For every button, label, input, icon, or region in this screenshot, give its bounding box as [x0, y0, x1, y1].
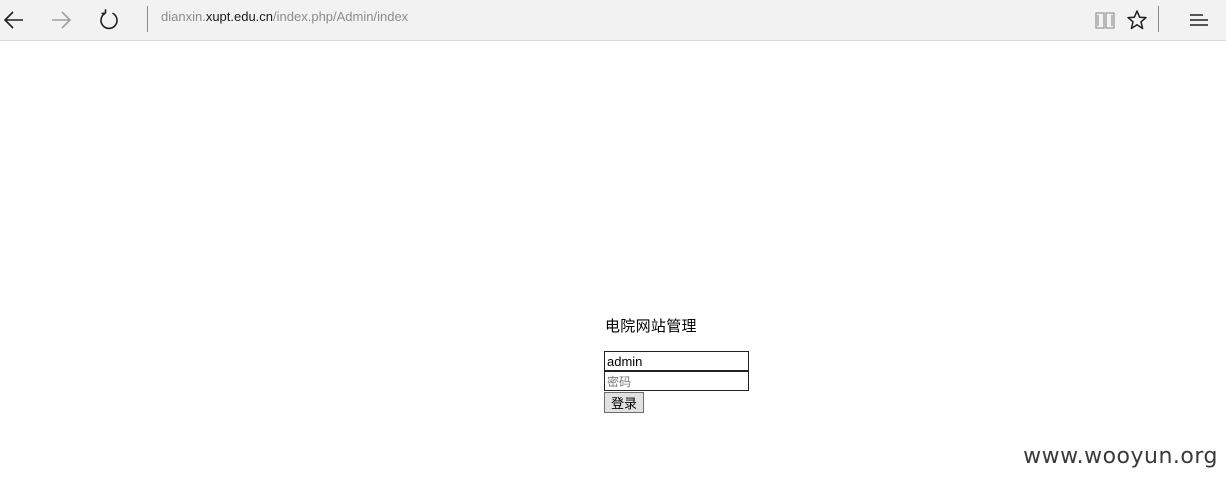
address-host: xupt.edu.cn: [205, 9, 274, 24]
forward-arrow-icon: [52, 11, 72, 29]
hub-menu-icon: [1190, 14, 1208, 26]
star-icon: [1127, 10, 1147, 30]
address-path: /index.php/Admin/index: [273, 9, 409, 24]
back-button[interactable]: [0, 4, 30, 36]
reading-view-button[interactable]: [1089, 4, 1121, 36]
password-input[interactable]: [604, 371, 749, 391]
toolbar-separator: [147, 6, 148, 32]
watermark-text: www.wooyun.org: [1023, 444, 1218, 469]
address-bar[interactable]: dianxin.xupt.edu.cn/index.php/Admin/inde…: [161, 9, 408, 25]
username-input[interactable]: [604, 351, 749, 371]
refresh-icon: [100, 9, 118, 30]
browser-toolbar: dianxin.xupt.edu.cn/index.php/Admin/inde…: [0, 0, 1226, 41]
reading-view-icon: [1095, 12, 1115, 29]
forward-button[interactable]: [45, 4, 77, 36]
toolbar-separator-right: [1158, 6, 1159, 32]
address-prefix: dianxin.: [161, 9, 206, 24]
login-form: 电院网站管理 登录: [604, 316, 749, 413]
favorites-button[interactable]: [1121, 4, 1153, 36]
page-title: 电院网站管理: [605, 317, 697, 335]
back-arrow-icon: [3, 11, 23, 29]
refresh-button[interactable]: [93, 4, 125, 36]
hub-button[interactable]: [1183, 4, 1215, 36]
login-button[interactable]: 登录: [604, 392, 644, 413]
